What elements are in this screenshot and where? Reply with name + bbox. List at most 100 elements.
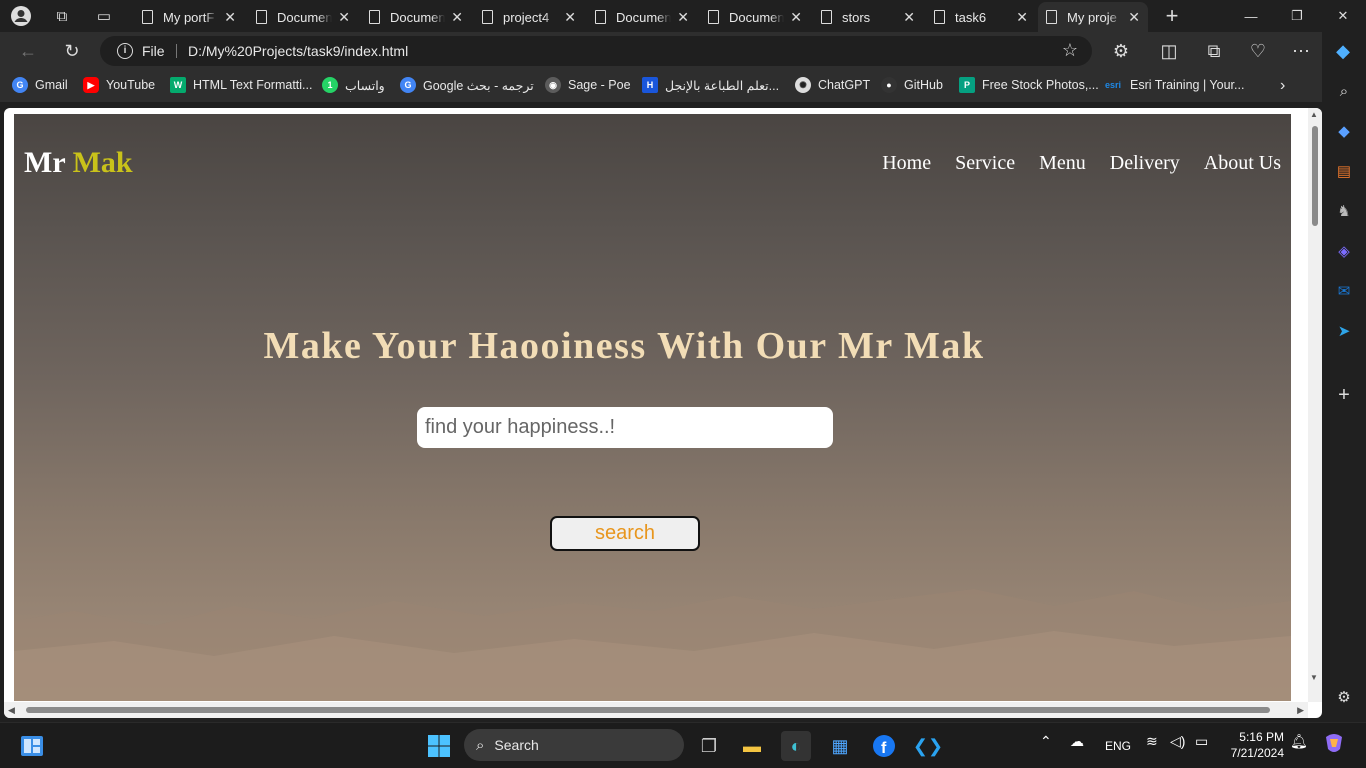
tab-title: Documen (616, 9, 672, 25)
tab-8-active[interactable]: My proje ✕ (1038, 2, 1148, 32)
site-info-icon[interactable]: i (117, 43, 133, 59)
document-icon (708, 10, 719, 24)
back-icon[interactable]: ← (13, 37, 43, 65)
sidebar-settings-gear-icon[interactable]: ⚙ (1333, 686, 1355, 708)
copilot-icon[interactable]: ◆ (1328, 37, 1358, 65)
tab-6[interactable]: stors ✕ (813, 2, 923, 32)
games-icon[interactable]: ♞ (1333, 200, 1355, 222)
nav-menu[interactable]: Menu (1039, 152, 1086, 175)
bookmark-label: واتساب (345, 78, 385, 93)
close-tab-icon[interactable]: ✕ (903, 9, 915, 26)
tab-4[interactable]: Documen ✕ (587, 2, 697, 32)
copilot-taskbar-icon[interactable] (1322, 731, 1346, 758)
bookmark-chatgpt[interactable]: ✺ ChatGPT (795, 77, 870, 93)
site-nav: Home Service Menu Delivery About Us (882, 152, 1281, 175)
close-tab-icon[interactable]: ✕ (677, 9, 689, 26)
new-tab-icon[interactable]: + (1159, 3, 1185, 28)
document-icon (256, 10, 267, 24)
copilot-sidebar-icon[interactable]: ◈ (1333, 240, 1355, 262)
scroll-up-arrow-icon[interactable]: ▲ (1310, 110, 1318, 119)
logo-second-word: Mak (72, 146, 133, 179)
onedrive-cloud-icon[interactable]: ☁ (1070, 733, 1084, 750)
close-tab-icon[interactable]: ✕ (224, 9, 236, 26)
favorite-star-icon[interactable]: ☆ (1062, 40, 1078, 61)
workspaces-icon[interactable]: ⧉ (49, 4, 75, 28)
wifi-icon[interactable]: ≋ (1146, 733, 1158, 750)
outlook-icon[interactable]: ✉ (1333, 280, 1355, 302)
system-clock[interactable]: 5:16 PM 7/21/2024 (1231, 729, 1284, 761)
more-bookmarks-chevron-icon[interactable]: › (1280, 77, 1285, 95)
taskbar-search[interactable]: ⌕ Search (464, 729, 684, 761)
close-tab-icon[interactable]: ✕ (451, 9, 463, 26)
close-tab-icon[interactable]: ✕ (1128, 9, 1140, 26)
more-menu-icon[interactable]: ⋯ (1286, 37, 1316, 65)
bookmark-whatsapp[interactable]: 1 واتساب (322, 77, 385, 93)
scroll-left-arrow-icon[interactable]: ◀ (8, 705, 15, 716)
facebook-icon[interactable]: f (869, 731, 899, 761)
tab-5[interactable]: Documen ✕ (700, 2, 810, 32)
close-tab-icon[interactable]: ✕ (1016, 9, 1028, 26)
bookmark-typing[interactable]: H تعلم الطباعة بالإنجل... (642, 77, 779, 93)
file-explorer-icon[interactable]: ▬ (737, 731, 767, 761)
tab-1[interactable]: Documen ✕ (248, 2, 358, 32)
address-bar[interactable]: i File D:/My%20Projects/task9/index.html… (100, 36, 1092, 66)
profile-icon[interactable] (8, 4, 34, 28)
telegram-icon[interactable]: ➤ (1333, 320, 1355, 342)
battery-icon[interactable]: ▭ (1195, 733, 1208, 750)
bookmark-youtube[interactable]: ▶ YouTube (83, 77, 155, 93)
search-input[interactable] (417, 407, 833, 448)
clock-date: 7/21/2024 (1230, 746, 1284, 760)
close-tab-icon[interactable]: ✕ (564, 9, 576, 26)
horizontal-scrollbar[interactable]: ◀ ▶ (4, 702, 1308, 718)
vscode-icon[interactable]: ❮❯ (913, 731, 943, 761)
tab-0[interactable]: My portF ✕ (134, 2, 244, 32)
add-sidebar-app-icon[interactable]: + (1333, 384, 1355, 406)
url-text[interactable]: D:/My%20Projects/task9/index.html (188, 43, 408, 59)
scroll-down-arrow-icon[interactable]: ▼ (1310, 673, 1318, 682)
volume-icon[interactable]: ◁) (1170, 733, 1185, 750)
vertical-scrollbar[interactable]: ▲ ▼ (1308, 108, 1322, 702)
nav-home[interactable]: Home (882, 152, 931, 175)
bookmark-esri[interactable]: esri Esri Training | Your... (1103, 77, 1244, 93)
nav-about-us[interactable]: About Us (1204, 152, 1281, 175)
tab-7[interactable]: task6 ✕ (926, 2, 1036, 32)
scroll-right-arrow-icon[interactable]: ▶ (1297, 705, 1304, 716)
tab-3[interactable]: project4 ✕ (474, 2, 584, 32)
tab-2[interactable]: Documen ✕ (361, 2, 471, 32)
collections-icon[interactable]: ⧉ (1199, 37, 1229, 65)
show-hidden-icons-chevron-icon[interactable]: ⌃ (1040, 733, 1052, 750)
split-screen-icon[interactable]: ◫ (1154, 37, 1184, 65)
notifications-bell-icon[interactable]: 🔔︎ (1290, 733, 1308, 750)
browser-essentials-icon[interactable]: ♡ (1243, 37, 1273, 65)
close-window-icon[interactable]: ✕ (1320, 0, 1366, 32)
horizontal-scroll-thumb[interactable] (26, 707, 1270, 713)
search-button[interactable]: search (550, 516, 700, 551)
language-indicator[interactable]: ENG (1105, 739, 1131, 753)
favorites-bar: G Gmail ▶ YouTube W HTML Text Formatti... 1… (0, 70, 1322, 102)
edge-icon[interactable]: ◐ (781, 731, 811, 761)
tab-actions-icon[interactable]: ▭ (91, 4, 117, 28)
shopping-tag-icon[interactable]: ◆ (1333, 120, 1355, 142)
bookmark-gmail[interactable]: G Gmail (12, 77, 68, 93)
search-icon[interactable]: ⌕ (1333, 80, 1355, 102)
start-windows-icon[interactable] (424, 731, 454, 761)
task-view-icon[interactable]: ❐ (694, 731, 724, 761)
nav-delivery[interactable]: Delivery (1110, 152, 1180, 175)
close-tab-icon[interactable]: ✕ (790, 9, 802, 26)
bookmark-google-translate[interactable]: G Google ترجمه - بحث (400, 77, 534, 93)
bookmark-github[interactable]: ● GitHub (881, 77, 943, 93)
vertical-scroll-thumb[interactable] (1312, 126, 1318, 226)
bookmark-poe[interactable]: ◉ Sage - Poe (545, 77, 631, 93)
minimize-icon[interactable]: — (1228, 0, 1274, 32)
refresh-icon[interactable]: ↻ (57, 37, 87, 65)
close-tab-icon[interactable]: ✕ (338, 9, 350, 26)
restore-icon[interactable]: ❐ (1274, 0, 1320, 32)
nav-service[interactable]: Service (955, 152, 1015, 175)
bookmark-html-formatting[interactable]: W HTML Text Formatti... (170, 77, 312, 93)
bookmark-pexels[interactable]: P Free Stock Photos,... (959, 77, 1099, 93)
extensions-icon[interactable]: ⚙ (1106, 37, 1136, 65)
site-logo[interactable]: Mr Mak (24, 146, 133, 180)
widgets-icon[interactable] (17, 731, 47, 761)
tools-icon[interactable]: ▤ (1333, 160, 1355, 182)
microsoft-store-icon[interactable]: ▦ (825, 731, 855, 761)
